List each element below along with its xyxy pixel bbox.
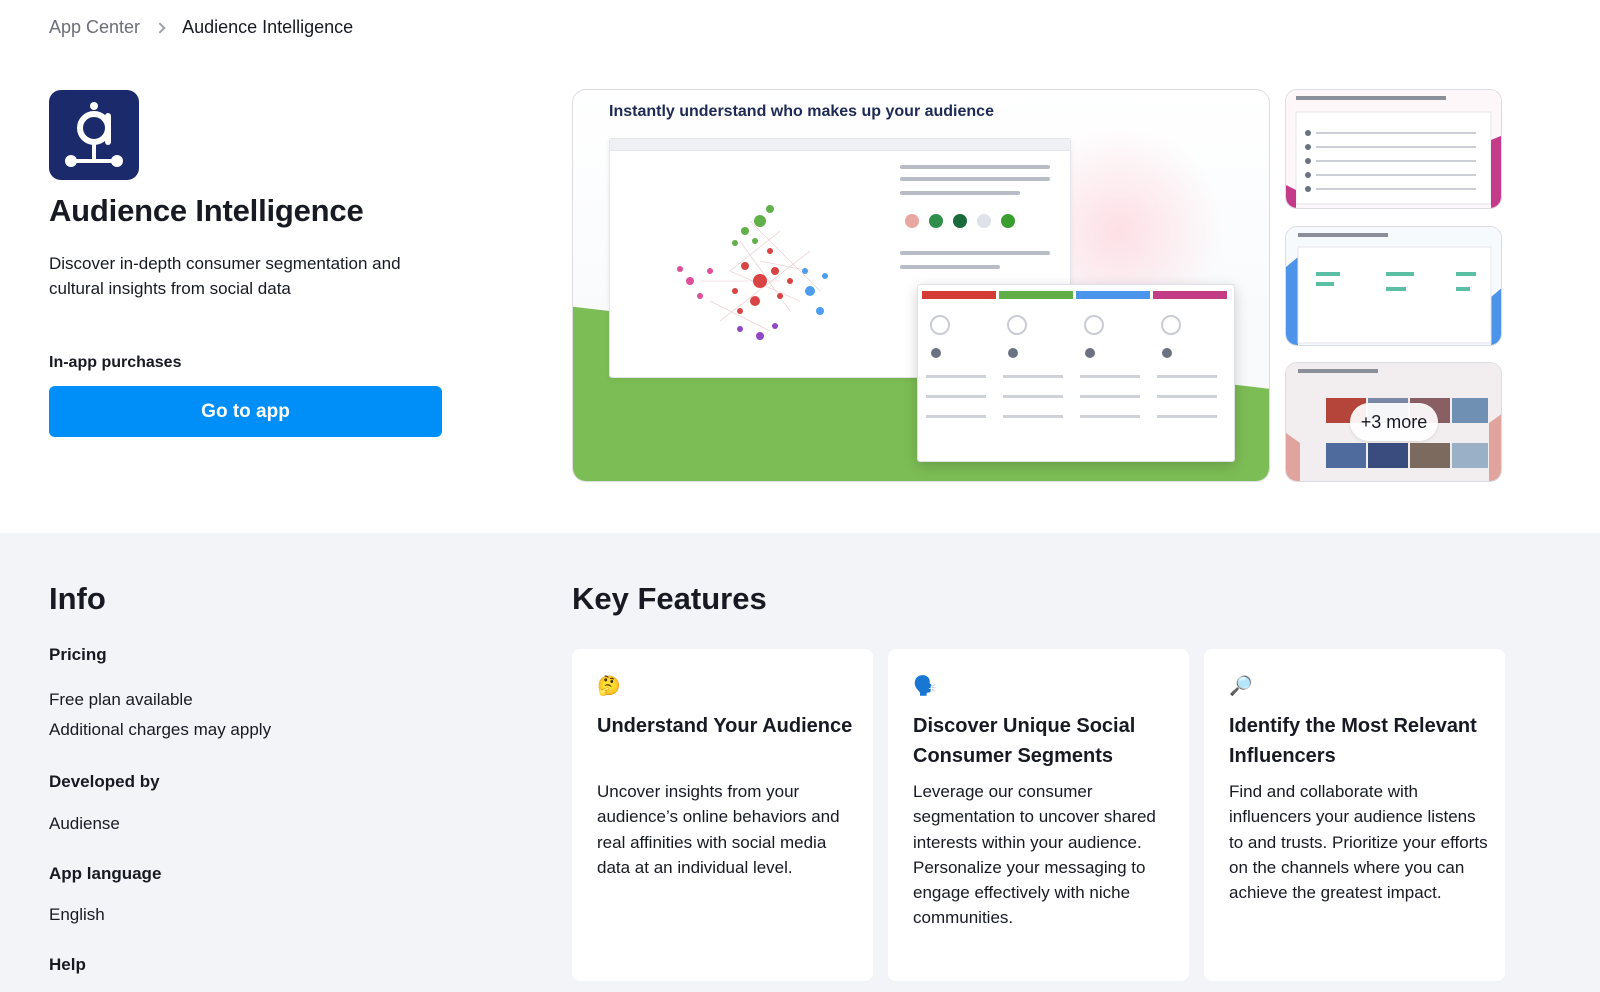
feature-card-text: Leverage our consumer segmentation to un… [913, 782, 1156, 928]
developer-value: Audiense [49, 814, 120, 833]
gallery-thumbnail-3[interactable]: +3 more [1285, 362, 1502, 482]
feature-card-title: Discover Unique Social Consumer Segments [913, 715, 1136, 767]
pricing-value-1: Free plan available [49, 690, 193, 709]
breadcrumb-app-center-link[interactable]: App Center [49, 17, 140, 38]
audiense-logo-icon [65, 102, 123, 167]
segment-cards-illustration [922, 291, 1227, 418]
gallery-thumbnail-2[interactable] [1285, 226, 1502, 346]
breadcrumb: App Center Audience Intelligence [49, 17, 353, 38]
go-to-app-button[interactable]: Go to app [49, 386, 442, 437]
target-audience-illustration [1286, 227, 1501, 345]
thinking-face-icon: 🤔 [597, 676, 621, 697]
feature-card-text: Find and collaborate with influencers yo… [1229, 782, 1488, 903]
hero-mock-segment-cards [917, 284, 1235, 462]
app-header-section: App Center Audience Intelligence Audienc… [0, 0, 1600, 533]
pricing-label: Pricing [49, 645, 107, 664]
hero-screenshot[interactable]: Instantly understand who makes up your a… [572, 89, 1270, 482]
magnifying-glass-icon: 🔎 [1229, 676, 1253, 697]
help-label: Help [49, 955, 86, 974]
app-description: Discover in-depth consumer segmentation … [49, 254, 401, 298]
developer-label: Developed by [49, 772, 160, 791]
gallery-thumbnail-1[interactable] [1285, 89, 1502, 209]
hero-mock-toolbar [610, 139, 1070, 151]
pricing-value-2: Additional charges may apply [49, 720, 272, 739]
feature-card: 🤔 Understand Your Audience Uncover insig… [572, 649, 873, 981]
language-value: English [49, 905, 105, 924]
speaking-head-icon: 🗣️ [913, 676, 937, 697]
influencers-table-illustration [1286, 90, 1501, 208]
breadcrumb-current: Audience Intelligence [182, 17, 354, 37]
in-app-purchases-label: In-app purchases [49, 354, 182, 371]
language-label: App language [49, 864, 162, 883]
feature-card: 🔎 Identify the Most Relevant Influencers… [1204, 649, 1505, 981]
key-features-heading: Key Features [572, 581, 767, 616]
feature-card: 🗣️ Discover Unique Social Consumer Segme… [888, 649, 1189, 981]
hero-caption: Instantly understand who makes up your a… [609, 103, 994, 120]
app-title: Audience Intelligence [49, 193, 364, 228]
more-screenshots-badge[interactable]: +3 more [1350, 403, 1438, 441]
app-logo [49, 90, 139, 180]
feature-card-title: Understand Your Audience [597, 715, 853, 737]
feature-card-text: Uncover insights from your audience’s on… [597, 782, 840, 877]
feature-card-title: Identify the Most Relevant Influencers [1229, 715, 1477, 767]
info-heading: Info [49, 581, 106, 616]
chevron-right-icon [154, 21, 166, 34]
